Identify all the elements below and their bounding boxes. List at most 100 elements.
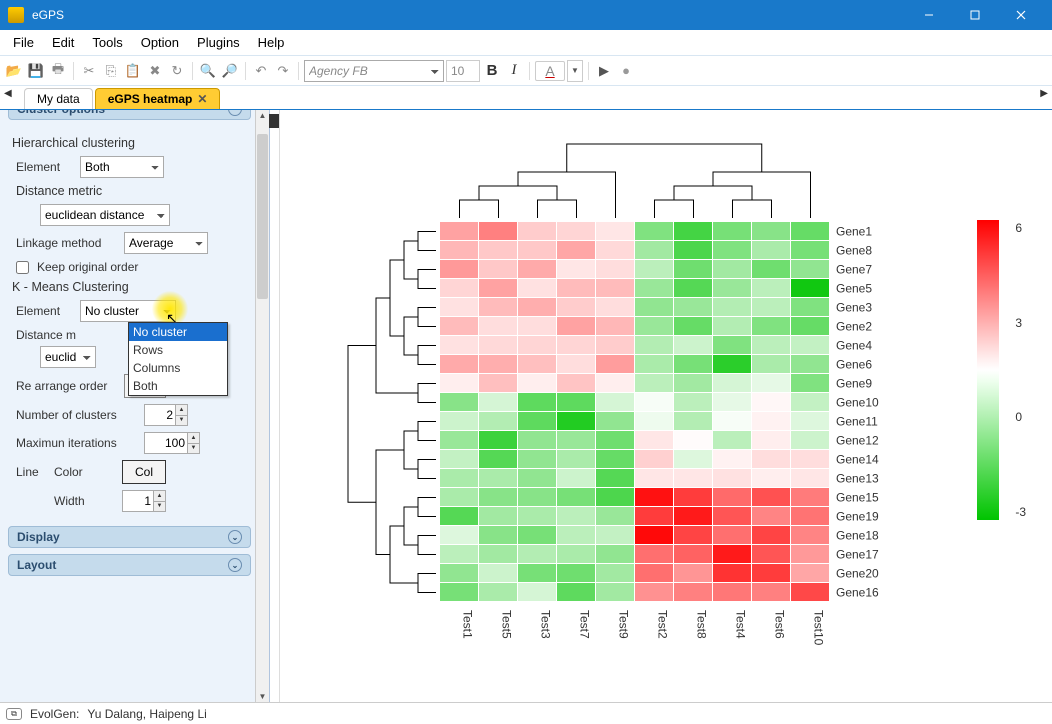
tab-close-icon[interactable]: ✕ (197, 92, 207, 106)
svg-text:Gene20: Gene20 (836, 567, 879, 581)
spin-up-icon[interactable]: ▲ (175, 405, 187, 416)
window-title: eGPS (32, 8, 906, 22)
play-icon[interactable]: ▶ (594, 61, 614, 81)
svg-text:Test8: Test8 (694, 610, 708, 639)
zoom-in-icon[interactable]: 🔍 (198, 61, 218, 81)
spin-down-icon[interactable]: ▼ (175, 416, 187, 426)
app-logo-icon (8, 7, 24, 23)
legend-gradient (977, 220, 999, 520)
expand-icon[interactable]: ⌄ (228, 558, 242, 572)
sidebar-scrollbar[interactable]: ▲ ▼ (255, 110, 269, 702)
font-color-dropdown[interactable]: ▼ (567, 60, 583, 82)
dropdown-option[interactable]: Rows (129, 341, 227, 359)
menu-tools[interactable]: Tools (83, 31, 131, 54)
splitter-handle-icon[interactable] (269, 114, 279, 128)
delete-icon[interactable]: ✖ (145, 61, 165, 81)
tab-scroll-right-icon[interactable]: ▶ (1040, 88, 1048, 99)
line-color-button[interactable]: Col (122, 460, 166, 484)
width-label: Width (54, 494, 114, 508)
svg-text:Test9: Test9 (616, 610, 630, 639)
menu-edit[interactable]: Edit (43, 31, 83, 54)
svg-text:Gene9: Gene9 (836, 377, 872, 391)
spin-up-icon[interactable]: ▲ (153, 491, 165, 502)
dropdown-option[interactable]: Columns (129, 359, 227, 377)
menu-option[interactable]: Option (132, 31, 188, 54)
kmeans-element-select[interactable]: No cluster (80, 300, 176, 322)
svg-text:Gene14: Gene14 (836, 453, 879, 467)
kmeans-element-dropdown[interactable]: No cluster Rows Columns Both (128, 322, 228, 396)
copy-icon[interactable]: ⎘ (101, 61, 121, 81)
heatmap-canvas: Gene1Gene8Gene7Gene5Gene3Gene2Gene4Gene6… (280, 110, 1052, 702)
kmeans-distance-select[interactable]: euclid (40, 346, 96, 368)
italic-button[interactable]: I (504, 61, 524, 81)
element-label: Element (16, 160, 72, 174)
open-icon[interactable]: 📂 (4, 61, 24, 81)
tab-label: My data (37, 92, 80, 106)
heatmap-chart: Gene1Gene8Gene7Gene5Gene3Gene2Gene4Gene6… (280, 110, 1040, 690)
paste-icon[interactable]: 📋 (123, 61, 143, 81)
svg-text:Gene18: Gene18 (836, 529, 879, 543)
refresh-icon[interactable]: ↻ (167, 61, 187, 81)
svg-text:Gene15: Gene15 (836, 491, 879, 505)
scroll-up-icon[interactable]: ▲ (256, 111, 269, 120)
redo-icon[interactable]: ↷ (273, 61, 293, 81)
keep-order-label: Keep original order (37, 260, 138, 274)
zoom-out-icon[interactable]: 🔎 (220, 61, 240, 81)
save-icon[interactable]: 💾 (26, 61, 46, 81)
panel-header-cluster[interactable]: Cluster options ⌃ (8, 110, 251, 120)
color-label: Color (54, 465, 114, 479)
menu-help[interactable]: Help (249, 31, 294, 54)
tab-scroll-left-icon[interactable]: ◀ (4, 88, 12, 99)
bold-button[interactable]: B (482, 61, 502, 81)
scroll-down-icon[interactable]: ▼ (256, 692, 269, 701)
separator (298, 62, 299, 80)
main-area: Cluster options ⌃ Hierarchical clusterin… (0, 110, 1052, 702)
separator (192, 62, 193, 80)
tab-egps-heatmap[interactable]: eGPS heatmap ✕ (95, 88, 221, 109)
dropdown-option[interactable]: No cluster (129, 323, 227, 341)
svg-text:Test2: Test2 (655, 610, 669, 639)
svg-text:Test6: Test6 (772, 610, 786, 639)
print-icon[interactable]: 🖶 (48, 61, 68, 81)
keep-order-checkbox[interactable] (16, 261, 29, 274)
nclusters-label: Number of clusters (16, 408, 136, 422)
hier-element-select[interactable]: Both (80, 156, 164, 178)
font-color-button[interactable]: A (535, 61, 565, 81)
cut-icon[interactable]: ✂ (79, 61, 99, 81)
dropdown-option[interactable]: Both (129, 377, 227, 395)
status-project: EvolGen: (30, 707, 79, 721)
menu-file[interactable]: File (4, 31, 43, 54)
maximize-button[interactable] (952, 0, 998, 30)
tab-label: eGPS heatmap (108, 92, 193, 106)
font-name-select[interactable]: Agency FB (304, 60, 444, 82)
expand-icon[interactable]: ⌄ (228, 530, 242, 544)
svg-text:Test5: Test5 (499, 610, 513, 639)
linkage-method-select[interactable]: Average (124, 232, 208, 254)
menu-plugins[interactable]: Plugins (188, 31, 249, 54)
spin-down-icon[interactable]: ▼ (187, 444, 199, 454)
distance-metric-select[interactable]: euclidean distance (40, 204, 170, 226)
svg-text:Gene6: Gene6 (836, 358, 872, 372)
element-label: Element (16, 304, 72, 318)
svg-text:Test4: Test4 (733, 610, 747, 639)
tab-my-data[interactable]: My data (24, 88, 93, 109)
stop-icon[interactable]: ● (616, 61, 636, 81)
svg-text:Test10: Test10 (811, 610, 825, 646)
font-size-input[interactable] (446, 60, 480, 82)
splitter[interactable] (270, 110, 280, 702)
spin-down-icon[interactable]: ▼ (153, 502, 165, 512)
svg-text:Gene12: Gene12 (836, 434, 879, 448)
kmeans-distance-label: Distance m (16, 328, 80, 342)
cluster-options-body: Hierarchical clustering Element Both Dis… (0, 126, 269, 526)
minimize-button[interactable] (906, 0, 952, 30)
panel-header-display[interactable]: Display ⌄ (8, 526, 251, 548)
collapse-icon[interactable]: ⌃ (228, 110, 242, 116)
scroll-thumb[interactable] (257, 134, 268, 300)
panel-header-label: Display (17, 530, 60, 544)
kmeans-element-row: Element No cluster ↖ No cluster Rows Col… (16, 300, 247, 322)
close-button[interactable] (998, 0, 1044, 30)
undo-icon[interactable]: ↶ (251, 61, 271, 81)
panel-header-layout[interactable]: Layout ⌄ (8, 554, 251, 576)
spin-up-icon[interactable]: ▲ (187, 433, 199, 444)
svg-text:Gene17: Gene17 (836, 548, 879, 562)
